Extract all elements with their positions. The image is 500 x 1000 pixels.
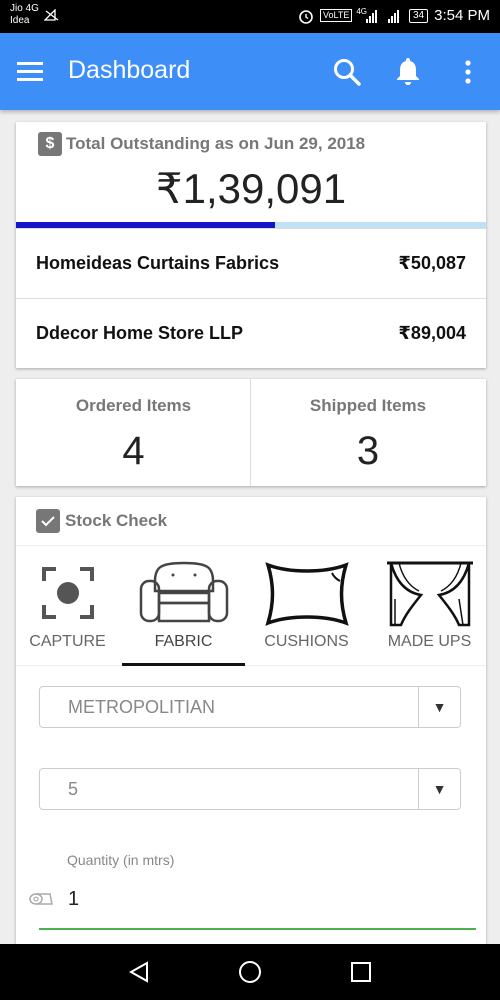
quantity-label: Quantity (in mtrs) (67, 852, 175, 868)
dollar-icon: $ (38, 132, 62, 156)
items-card: Ordered Items 4 Shipped Items 3 (16, 379, 486, 486)
stock-check-title: Stock Check (65, 511, 168, 530)
app-bar: Dashboard (0, 33, 500, 110)
tabs-divider (16, 665, 486, 666)
outstanding-amount: ₹1,39,091 (155, 165, 347, 212)
stock-check-card: Stock Check CAPTURE FABRIC CUSHIONS MADE… (16, 497, 486, 957)
clock: 3:54 PM (434, 7, 490, 24)
carrier-info: Jio 4G Idea (10, 3, 39, 27)
vendor-amount: ₹50,087 (398, 253, 466, 273)
number-select[interactable]: 5 ▼ (39, 768, 461, 810)
tab-active-indicator (122, 663, 245, 666)
tab-cushions[interactable]: CUSHIONS (245, 557, 368, 667)
ordered-items-count: 4 (122, 429, 145, 473)
tab-label: FABRIC (154, 633, 213, 650)
outstanding-header: $ Total Outstanding as on Jun 29, 2018 (38, 132, 365, 156)
outstanding-title: Total Outstanding as on Jun 29, 2018 (66, 134, 366, 153)
status-bar: Jio 4G Idea VoLTE 4G 34 3:54 PM (0, 0, 500, 33)
battery-indicator: 34 (409, 8, 429, 23)
dropdown-arrow-icon[interactable]: ▼ (418, 687, 460, 727)
curtain-icon (386, 561, 473, 627)
recents-icon[interactable] (350, 961, 372, 983)
quantity-input-underline (39, 928, 476, 930)
shipped-items-count: 3 (356, 429, 380, 473)
category-tabs: CAPTURE FABRIC CUSHIONS MADE UPS (16, 557, 486, 667)
tab-made-ups[interactable]: MADE UPS (368, 557, 491, 667)
shipped-items-label: Shipped Items (309, 396, 427, 415)
ordered-items-label: Ordered Items (75, 396, 192, 415)
vendor-row[interactable]: Ddecor Home Store LLP ₹89,004 (16, 298, 486, 368)
signal-icon-2 (388, 9, 399, 23)
alarm-icon (299, 9, 313, 24)
tab-label: CAPTURE (29, 633, 106, 650)
tab-fabric[interactable]: FABRIC (122, 557, 245, 667)
back-icon[interactable] (127, 960, 151, 984)
fabric-roll-icon (29, 893, 53, 905)
vendor-row[interactable]: Homeideas Curtains Fabrics ₹50,087 (16, 228, 486, 298)
vendor-name: Homeideas Curtains Fabrics (36, 253, 280, 273)
vendor-amount: ₹89,004 (398, 323, 466, 343)
home-icon[interactable] (238, 960, 262, 984)
tab-label: MADE UPS (387, 633, 472, 650)
carrier-1: Jio 4G (10, 3, 39, 14)
dropdown-arrow-icon[interactable]: ▼ (418, 769, 460, 809)
tab-capture[interactable]: CAPTURE (6, 557, 129, 667)
search-icon[interactable] (332, 57, 362, 87)
capture-icon (41, 567, 94, 619)
quantity-input[interactable] (68, 887, 448, 911)
menu-icon[interactable] (16, 59, 44, 83)
sofa-icon (139, 561, 228, 623)
shipped-items[interactable]: Shipped Items 3 (250, 379, 485, 486)
carrier-2: Idea (10, 15, 30, 26)
no-signal-icon (44, 9, 59, 21)
cushion-icon (264, 562, 349, 626)
page-title: Dashboard (68, 56, 191, 84)
number-select-value: 5 (68, 779, 79, 799)
more-vert-icon[interactable] (460, 57, 476, 87)
collection-select[interactable]: METROPOLITIAN ▼ (39, 686, 461, 728)
ordered-items[interactable]: Ordered Items 4 (16, 379, 251, 486)
network-type: 4G (356, 7, 367, 16)
system-nav-bar (0, 944, 500, 1000)
volte-badge: VoLTE (319, 9, 353, 22)
collection-select-value: METROPOLITIAN (68, 697, 216, 717)
stock-check-header: Stock Check (36, 509, 167, 533)
status-icons: VoLTE 4G 34 3:54 PM (298, 7, 490, 24)
outstanding-card: $ Total Outstanding as on Jun 29, 2018 ₹… (16, 122, 486, 368)
tab-label: CUSHIONS (264, 633, 349, 650)
bell-icon[interactable] (394, 56, 422, 86)
divider (16, 545, 486, 546)
vendor-name: Ddecor Home Store LLP (36, 323, 244, 343)
checkbox-icon (36, 509, 60, 533)
